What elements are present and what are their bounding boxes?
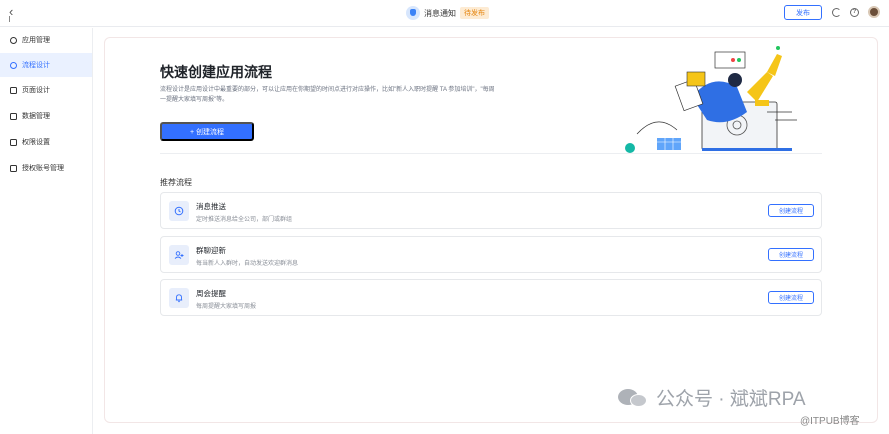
cup-icon — [406, 6, 420, 20]
sidebar-item-label: 权限设置 — [22, 139, 50, 146]
flow-card-desc: 每当新人入群时，自动发送欢迎群消息 — [196, 261, 299, 267]
create-flow-card-button[interactable]: 创建流程 — [768, 248, 814, 261]
flow-card-weekly-reminder: 周会提醒 每周提醒大家填写周报 创建流程 — [160, 279, 822, 316]
app-title-area: 消息通知 待发布 — [406, 5, 489, 21]
flow-card-desc: 每周提醒大家填写周报 — [196, 304, 257, 310]
sidebar-item-app-management[interactable]: 应用管理 — [0, 28, 92, 52]
publish-button[interactable]: 发布 — [784, 5, 822, 20]
sidebar-item-flow-design[interactable]: 流程设计 — [0, 53, 92, 77]
watermark: 公众号 · 斌斌RPA — [618, 384, 806, 411]
main-panel: 快速创建应用流程 流程设计是应用设计中最重要的部分，可以让应用在你期望的时间点进… — [104, 37, 878, 423]
app-title: 消息通知 — [424, 8, 456, 18]
flow-card-message-push: 消息推送 定时推送消息给全公司，部门或群组 创建流程 — [160, 192, 822, 229]
status-badge: 待发布 — [460, 7, 489, 19]
sidebar-item-label: 页面设计 — [22, 87, 50, 94]
account-icon — [10, 164, 17, 172]
hero-illustration — [625, 46, 797, 153]
sidebar: 应用管理 流程设计 页面设计 数据管理 权限设置 授权账号管理 — [0, 28, 93, 434]
page-icon — [10, 86, 17, 94]
gear-icon — [10, 36, 17, 44]
flow-card-name: 周会提醒 — [196, 289, 226, 298]
bell-icon — [169, 288, 189, 308]
sidebar-item-label: 授权账号管理 — [22, 165, 64, 172]
recommended-section-title: 推荐流程 — [160, 178, 192, 187]
group-add-icon — [169, 245, 189, 265]
sidebar-item-page-design[interactable]: 页面设计 — [0, 78, 92, 102]
sidebar-item-label: 流程设计 — [22, 62, 50, 69]
help-icon[interactable]: ? — [850, 7, 859, 17]
create-flow-card-button[interactable]: 创建流程 — [768, 291, 814, 304]
sidebar-item-data-management[interactable]: 数据管理 — [0, 104, 92, 128]
top-icons: ? — [832, 6, 880, 18]
sidebar-item-permissions[interactable]: 权限设置 — [0, 130, 92, 154]
section-divider — [160, 153, 822, 154]
flow-card-name: 群聊迎新 — [196, 246, 226, 255]
watermark-sub: @ITPUB博客 — [800, 416, 860, 427]
watermark-text: 公众号 · 斌斌RPA — [656, 389, 806, 410]
flow-card-desc: 定时推送消息给全公司，部门或群组 — [196, 217, 293, 223]
create-flow-card-button[interactable]: 创建流程 — [768, 204, 814, 217]
top-bar: ‹ 消息通知 待发布 发布 ? — [0, 0, 889, 27]
user-avatar[interactable] — [868, 6, 880, 18]
sidebar-item-label: 应用管理 — [22, 37, 50, 44]
refresh-icon[interactable] — [832, 7, 841, 17]
chevron-left-icon[interactable]: ‹ — [9, 4, 23, 22]
create-flow-button[interactable]: + 创建流程 — [160, 122, 254, 141]
wechat-icon — [618, 387, 650, 409]
sidebar-item-label: 数据管理 — [22, 113, 50, 120]
lock-icon — [10, 138, 17, 146]
clock-icon — [169, 201, 189, 221]
flow-card-group-welcome: 群聊迎新 每当新人入群时，自动发送欢迎群消息 创建流程 — [160, 236, 822, 273]
database-icon — [10, 112, 17, 120]
page-title: 快速创建应用流程 — [160, 64, 272, 80]
person-icon — [10, 61, 17, 69]
flow-card-name: 消息推送 — [196, 202, 226, 211]
sidebar-item-authorized-accounts[interactable]: 授权账号管理 — [0, 156, 92, 180]
page-description: 流程设计是应用设计中最重要的部分，可以让应用在你期望的时间点进行对应操作，比如"… — [160, 87, 495, 103]
